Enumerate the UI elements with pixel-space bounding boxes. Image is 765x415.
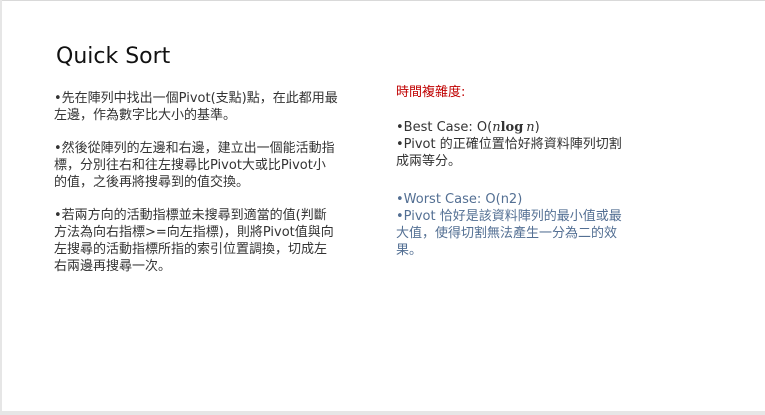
left-text-column: •先在陣列中找出一個Pivot(支點)點，在此都用最左邊，作為數字比大小的基準。… bbox=[54, 90, 338, 291]
slide: Quick Sort •先在陣列中找出一個Pivot(支點)點，在此都用最左邊，… bbox=[0, 0, 765, 415]
bullet-pointers: •然後從陣列的左邊和右邊，建立出一個能活動指標，分別往右和往左搜尋比Pivot大… bbox=[54, 141, 335, 190]
worst-case-block: •Worst Case: O(n2) •Pivot 恰好是該資料陣列的最小值或最… bbox=[396, 191, 626, 259]
bullet-swap-pivot: •若兩方向的活動指標並未搜尋到適當的值(判斷方法為向右指標>=向左指標)，則將P… bbox=[54, 208, 334, 274]
best-case-description: •Pivot 的正確位置恰好將資料陣列切割成兩等分。 bbox=[396, 137, 622, 169]
bullet-find-pivot: •先在陣列中找出一個Pivot(支點)點，在此都用最左邊，作為數字比大小的基準。 bbox=[54, 91, 338, 123]
complexity-heading: 時間複雜度: bbox=[396, 85, 466, 100]
right-text-column: 時間複雜度: •Best Case: O(nlog n) •Pivot 的正確位置… bbox=[396, 84, 626, 259]
best-case-label: •Best Case: O(nlog n) bbox=[396, 119, 626, 136]
slide-frame-left bbox=[0, 0, 2, 415]
worst-case-label: •Worst Case: O(n2) bbox=[396, 192, 523, 207]
best-case-block: •Best Case: O(nlog n) •Pivot 的正確位置恰好將資料陣列… bbox=[396, 119, 626, 170]
best-case-prefix: •Best Case: O( bbox=[396, 120, 493, 135]
best-case-math-n: n bbox=[492, 120, 501, 135]
best-case-math-log: log bbox=[500, 120, 524, 135]
worst-case-description: •Pivot 恰好是該資料陣列的最小值或最大值，使得切割無法產生一分為二的效果。 bbox=[396, 209, 622, 258]
best-case-math-n2: n bbox=[526, 120, 535, 135]
slide-frame-top bbox=[0, 0, 765, 1]
best-case-close: ) bbox=[534, 120, 540, 135]
slide-title: Quick Sort bbox=[56, 44, 171, 69]
slide-frame-bottom bbox=[0, 411, 765, 415]
